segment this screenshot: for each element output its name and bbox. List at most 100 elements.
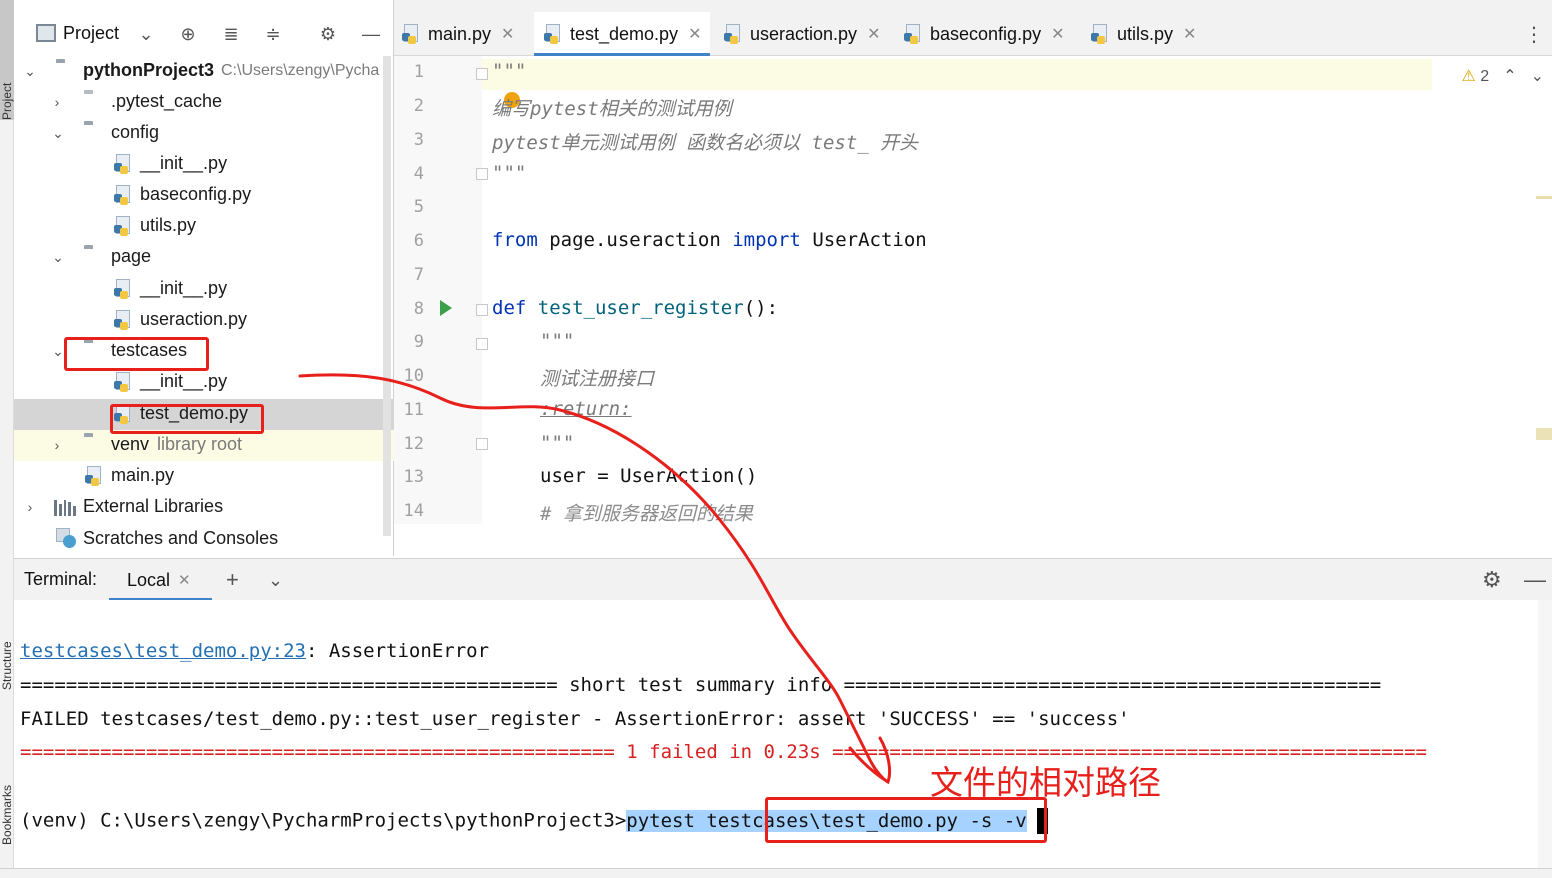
tab-baseconfig[interactable]: baseconfig.py ✕ bbox=[904, 12, 1076, 56]
function-name: test_user_register bbox=[537, 297, 744, 319]
line-number: 7 bbox=[413, 265, 424, 285]
close-icon[interactable]: ✕ bbox=[1183, 24, 1196, 44]
inspection-widget[interactable]: ⚠ 2 ⌃ ⌄ bbox=[1461, 66, 1544, 86]
hide-panel-icon[interactable]: — bbox=[359, 22, 383, 46]
chevron-up-icon[interactable]: ⌃ bbox=[1503, 66, 1516, 86]
project-toolbar: Project ⌄ ⊕ ≣ ≑ ⚙ — bbox=[14, 12, 394, 56]
tree-item-label: __init__.py bbox=[140, 371, 228, 391]
tree-item-testcases-init[interactable]: __init__.py bbox=[14, 367, 394, 398]
terminal-line-error-location: testcases\test_demo.py:23: AssertionErro… bbox=[20, 640, 489, 662]
collapse-all-icon[interactable]: ≑ bbox=[261, 22, 285, 46]
tab-useraction[interactable]: useraction.py ✕ bbox=[724, 12, 892, 56]
command-pytest: pytest bbox=[626, 809, 707, 832]
project-tool-tab[interactable]: Project bbox=[0, 0, 14, 120]
tab-terminal-local[interactable]: Local ✕ bbox=[109, 559, 212, 601]
fold-marker-icon[interactable] bbox=[476, 304, 488, 316]
tree-item-label: __init__.py bbox=[140, 278, 228, 298]
tree-item-config-init[interactable]: __init__.py bbox=[14, 149, 394, 180]
chevron-right-icon[interactable]: › bbox=[50, 94, 64, 110]
code-line-11: :return: bbox=[540, 398, 632, 420]
fold-marker-icon[interactable] bbox=[476, 438, 488, 450]
line-number: 1 bbox=[413, 62, 424, 82]
annotation-label: 文件的相对路径 bbox=[930, 763, 1161, 802]
tree-item-label: External Libraries bbox=[83, 496, 224, 516]
more-options-icon[interactable]: ⋮ bbox=[1524, 22, 1544, 47]
chevron-down-icon[interactable]: ⌄ bbox=[134, 22, 158, 46]
line-number: 3 bbox=[413, 130, 424, 150]
chevron-right-icon[interactable]: › bbox=[23, 499, 37, 515]
close-icon[interactable]: ✕ bbox=[867, 24, 880, 44]
bottom-status-strip bbox=[0, 868, 1552, 878]
tree-item-external-libraries[interactable]: › External Libraries bbox=[14, 492, 394, 523]
project-scrollbar[interactable] bbox=[383, 56, 391, 536]
tree-item-label: utils.py bbox=[140, 215, 197, 235]
code-line-2: 编写pytest相关的测试用例 bbox=[492, 98, 732, 120]
structure-tool-tab[interactable]: Structure bbox=[0, 600, 14, 690]
tree-item-config[interactable]: ⌄ config bbox=[14, 118, 394, 149]
code-line-14: # 拿到服务器返回的结果 bbox=[540, 503, 753, 524]
terminal-scrollbar[interactable] bbox=[1538, 600, 1552, 868]
expand-all-icon[interactable]: ≣ bbox=[219, 22, 243, 46]
chevron-down-icon[interactable]: ⌄ bbox=[1531, 66, 1544, 86]
hide-panel-icon[interactable]: — bbox=[1524, 567, 1546, 593]
chevron-down-icon[interactable]: ⌄ bbox=[23, 63, 37, 79]
terminal-line-result: ========================================… bbox=[20, 741, 1427, 763]
function-params: (): bbox=[743, 297, 779, 319]
line-number: 10 bbox=[403, 366, 424, 386]
warning-indicator[interactable]: ⚠ 2 bbox=[1461, 66, 1489, 86]
python-file-icon bbox=[904, 24, 922, 44]
project-tool-tab-label: Project bbox=[0, 82, 14, 120]
bookmarks-tool-tab[interactable]: Bookmarks bbox=[0, 735, 14, 845]
tree-item-venv[interactable]: › venv library root bbox=[14, 430, 394, 461]
fold-marker-icon[interactable] bbox=[476, 68, 488, 80]
tree-item-useraction[interactable]: useraction.py bbox=[14, 305, 394, 336]
tree-item-pytest-cache[interactable]: › .pytest_cache bbox=[14, 87, 394, 118]
terminal-header: Terminal: Local ✕ + ⌄ ⚙ — bbox=[14, 558, 1552, 601]
locate-file-icon[interactable]: ⊕ bbox=[176, 22, 200, 46]
tree-item-page[interactable]: ⌄ page bbox=[14, 242, 394, 273]
tree-item-utils[interactable]: utils.py bbox=[14, 211, 394, 242]
project-view-selector[interactable]: Project bbox=[63, 23, 119, 44]
close-icon[interactable]: ✕ bbox=[688, 24, 701, 44]
chevron-right-icon[interactable]: › bbox=[50, 437, 64, 453]
python-file-icon bbox=[724, 24, 742, 44]
gear-icon[interactable]: ⚙ bbox=[1482, 567, 1502, 593]
code-line-12: """ bbox=[540, 432, 575, 454]
scroll-marker[interactable] bbox=[1536, 428, 1552, 440]
tree-item-page-init[interactable]: __init__.py bbox=[14, 274, 394, 305]
python-file-icon bbox=[544, 24, 562, 44]
gear-icon[interactable]: ⚙ bbox=[316, 22, 340, 46]
chevron-down-icon[interactable]: ⌄ bbox=[51, 125, 65, 141]
close-icon[interactable]: ✕ bbox=[178, 571, 191, 589]
fold-marker-icon[interactable] bbox=[476, 168, 488, 180]
code-editor[interactable]: 1 2 3 4 5 6 7 8 9 10 11 12 13 14 """ 编写p… bbox=[394, 56, 1552, 524]
close-icon[interactable]: ✕ bbox=[501, 24, 514, 44]
fold-marker-icon[interactable] bbox=[476, 338, 488, 350]
code-line-4: """ bbox=[492, 162, 527, 184]
error-file-link[interactable]: testcases\test_demo.py:23 bbox=[20, 640, 306, 662]
tree-item-project-root[interactable]: ⌄ pythonProject3 C:\Users\zengy\Pycha bbox=[14, 56, 394, 87]
chevron-down-icon[interactable]: ⌄ bbox=[51, 343, 65, 359]
tree-item-label: __init__.py bbox=[140, 153, 228, 173]
testcases-highlight-box bbox=[64, 337, 209, 371]
library-icon bbox=[54, 498, 76, 516]
code-line-1: """ bbox=[492, 60, 527, 82]
add-terminal-icon[interactable]: + bbox=[226, 567, 239, 593]
project-panel: Project ⌄ ⊕ ≣ ≑ ⚙ — ⌄ pythonProject3 C:\… bbox=[14, 0, 394, 556]
chevron-down-icon[interactable]: ⌄ bbox=[51, 249, 65, 265]
tab-main[interactable]: main.py ✕ bbox=[402, 12, 526, 56]
run-test-icon[interactable] bbox=[440, 300, 452, 316]
tree-item-main[interactable]: main.py bbox=[14, 461, 394, 492]
tab-utils[interactable]: utils.py ✕ bbox=[1091, 12, 1211, 56]
code-line-10: 测试注册接口 bbox=[540, 368, 655, 390]
scroll-marker[interactable] bbox=[1536, 196, 1552, 199]
chevron-down-icon[interactable]: ⌄ bbox=[268, 570, 283, 591]
terminal-tab-label: Local bbox=[127, 569, 171, 590]
tree-item-baseconfig[interactable]: baseconfig.py bbox=[14, 180, 394, 211]
tree-item-scratches[interactable]: Scratches and Consoles bbox=[14, 524, 394, 555]
tab-test-demo[interactable]: test_demo.py ✕ bbox=[534, 12, 710, 56]
python-file-icon bbox=[402, 24, 420, 44]
terminal-line-summary-header: ========================================… bbox=[20, 674, 1382, 696]
close-icon[interactable]: ✕ bbox=[1051, 24, 1064, 44]
terminal-line-failed: FAILED testcases/test_demo.py::test_user… bbox=[20, 708, 1130, 730]
